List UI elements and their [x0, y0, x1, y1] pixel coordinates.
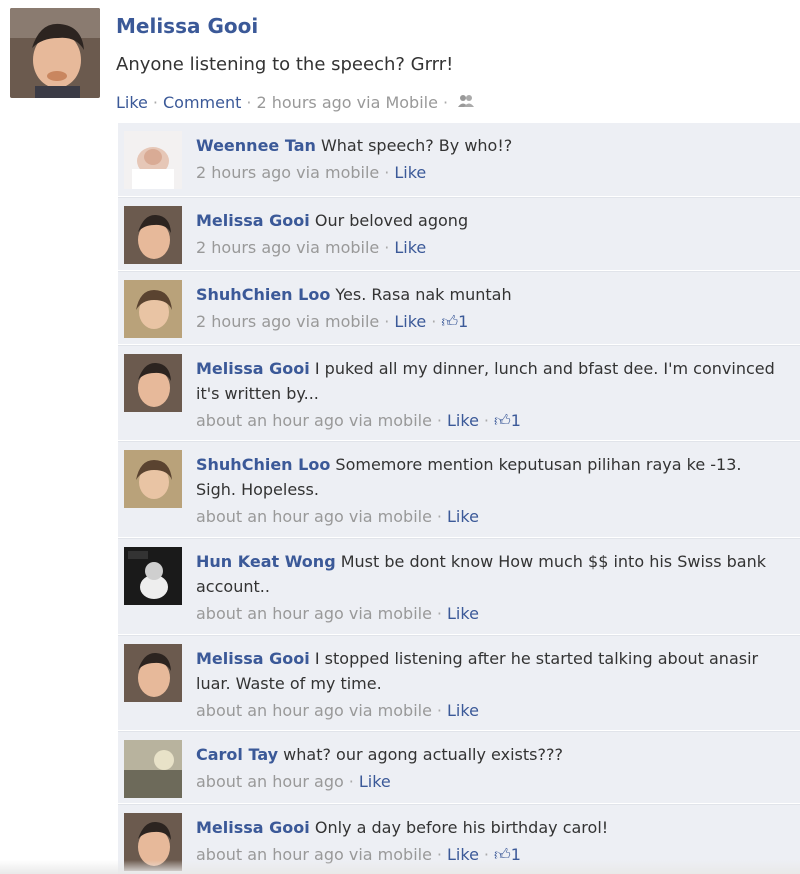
comment-author[interactable]: Melissa Gooi: [196, 818, 310, 837]
like-link[interactable]: Like: [447, 701, 479, 720]
avatar[interactable]: [124, 354, 182, 412]
post-author[interactable]: Melissa Gooi: [116, 14, 258, 38]
thumbs-up-icon[interactable]: 👍︎: [441, 312, 458, 331]
comment-body: ShuhChien Loo Yes. Rasa nak muntah 2 hou…: [196, 282, 776, 337]
separator: ·: [384, 238, 390, 257]
comment-body: Melissa Gooi I puked all my dinner, lunc…: [196, 356, 776, 436]
comment-author[interactable]: ShuhChien Loo: [196, 455, 330, 474]
likes-count[interactable]: 1: [458, 312, 468, 331]
like-link[interactable]: Like: [394, 163, 426, 182]
comment-timestamp[interactable]: about an hour ago via mobile: [196, 411, 432, 430]
comment-timestamp[interactable]: 2 hours ago via mobile: [196, 238, 379, 257]
comment-item: Hun Keat Wong Must be dont know How much…: [118, 539, 800, 635]
separator: ·: [483, 411, 490, 430]
comment-meta: 2 hours ago via mobile · Like: [196, 158, 776, 188]
comment-timestamp[interactable]: 2 hours ago via mobile: [196, 312, 379, 331]
comment-text: Yes. Rasa nak muntah: [335, 285, 512, 304]
post-meta: Like · Comment · 2 hours ago via Mobile ·: [116, 93, 475, 112]
separator: ·: [436, 604, 443, 623]
like-link[interactable]: Like: [116, 93, 148, 112]
comment-timestamp[interactable]: about an hour ago: [196, 772, 344, 791]
comment-body: Weennee Tan What speech? By who!? 2 hour…: [196, 133, 776, 188]
status-post: Melissa Gooi Anyone listening to the spe…: [0, 0, 800, 120]
like-link[interactable]: Like: [447, 507, 479, 526]
comment-body: Melissa Gooi I stopped listening after h…: [196, 646, 776, 726]
comment-body: Carol Tay what? our agong actually exist…: [196, 742, 776, 797]
comment-item: Weennee Tan What speech? By who!? 2 hour…: [118, 123, 800, 197]
separator: ·: [246, 93, 252, 112]
comment-author[interactable]: Weennee Tan: [196, 136, 316, 155]
like-link[interactable]: Like: [394, 312, 426, 331]
comment-author[interactable]: Hun Keat Wong: [196, 552, 336, 571]
comment-item: ShuhChien Loo Yes. Rasa nak muntah 2 hou…: [118, 272, 800, 345]
comment-body: ShuhChien Loo Somemore mention keputusan…: [196, 452, 776, 532]
comment-item: ShuhChien Loo Somemore mention keputusan…: [118, 442, 800, 538]
avatar[interactable]: [124, 547, 182, 605]
thumbs-up-icon[interactable]: 👍︎: [494, 411, 511, 430]
comment-timestamp[interactable]: about an hour ago via mobile: [196, 604, 432, 623]
comment-meta: about an hour ago · Like: [196, 767, 776, 797]
post-timestamp[interactable]: 2 hours ago via Mobile: [256, 93, 437, 112]
separator: ·: [436, 701, 443, 720]
like-link[interactable]: Like: [447, 411, 479, 430]
avatar[interactable]: [124, 450, 182, 508]
comment-meta: about an hour ago via mobile · Like · 👍︎1: [196, 406, 776, 436]
separator: ·: [442, 93, 449, 112]
comment-meta: 2 hours ago via mobile · Like: [196, 233, 776, 263]
comment-text: What speech? By who!?: [320, 136, 513, 155]
comment-timestamp[interactable]: about an hour ago via mobile: [196, 701, 432, 720]
separator: ·: [384, 163, 390, 182]
friends-icon[interactable]: [453, 93, 475, 112]
bottom-fade: [0, 860, 800, 874]
likes-count[interactable]: 1: [511, 411, 521, 430]
post-text: Anyone listening to the speech? Grrr!: [116, 54, 454, 75]
separator: ·: [384, 312, 390, 331]
comment-item: Melissa Gooi I puked all my dinner, lunc…: [118, 346, 800, 441]
comment-body: Melissa Gooi Our beloved agong 2 hours a…: [196, 208, 776, 263]
separator: ·: [152, 93, 158, 112]
comment-text: Only a day before his birthday carol!: [314, 818, 609, 837]
avatar[interactable]: [10, 8, 100, 98]
comment-item: Melissa Gooi I stopped listening after h…: [118, 636, 800, 731]
profile-photo: [10, 8, 100, 98]
comment-author[interactable]: Carol Tay: [196, 745, 278, 764]
separator: ·: [431, 312, 437, 331]
comment-item: Carol Tay what? our agong actually exist…: [118, 732, 800, 804]
like-link[interactable]: Like: [394, 238, 426, 257]
separator: ·: [436, 411, 443, 430]
comment-timestamp[interactable]: 2 hours ago via mobile: [196, 163, 379, 182]
comment-meta: about an hour ago via mobile · Like: [196, 599, 776, 629]
comment-link[interactable]: Comment: [163, 93, 241, 112]
comment-author[interactable]: Melissa Gooi: [196, 359, 310, 378]
avatar[interactable]: [124, 280, 182, 338]
separator: ·: [348, 772, 354, 791]
avatar[interactable]: [124, 740, 182, 798]
comment-author[interactable]: Melissa Gooi: [196, 649, 310, 668]
comment-meta: 2 hours ago via mobile · Like · 👍︎1: [196, 307, 776, 337]
comment-body: Hun Keat Wong Must be dont know How much…: [196, 549, 776, 629]
like-link[interactable]: Like: [359, 772, 391, 791]
like-link[interactable]: Like: [447, 604, 479, 623]
comment-text: Our beloved agong: [314, 211, 469, 230]
comment-author[interactable]: Melissa Gooi: [196, 211, 310, 230]
comments-list: Weennee Tan What speech? By who!? 2 hour…: [118, 123, 800, 874]
avatar[interactable]: [124, 206, 182, 264]
comment-meta: about an hour ago via mobile · Like: [196, 502, 776, 532]
comment-text: what? our agong actually exists???: [283, 745, 563, 764]
avatar[interactable]: [124, 131, 182, 189]
comment-author[interactable]: ShuhChien Loo: [196, 285, 330, 304]
comment-meta: about an hour ago via mobile · Like: [196, 696, 776, 726]
separator: ·: [436, 507, 443, 526]
comment-item: Melissa Gooi Our beloved agong 2 hours a…: [118, 198, 800, 271]
avatar[interactable]: [124, 644, 182, 702]
comment-timestamp[interactable]: about an hour ago via mobile: [196, 507, 432, 526]
